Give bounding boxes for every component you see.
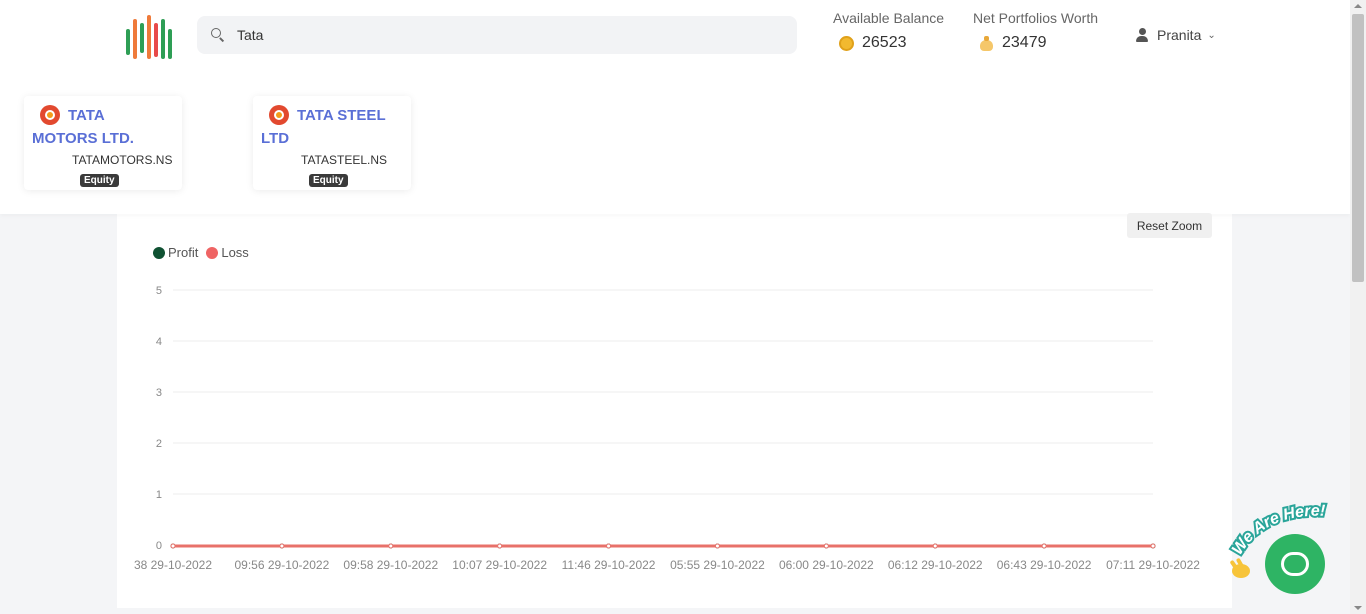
y-tick-label: 4: [156, 336, 162, 348]
result-symbol: TATAMOTORS.NS: [72, 153, 173, 167]
data-point: [279, 543, 285, 549]
coin-icon: [839, 35, 854, 51]
x-tick-label: 11:46 29-10-2022: [562, 558, 656, 572]
result-name[interactable]: TATA MOTORS LTD.: [32, 104, 172, 150]
reset-zoom-button[interactable]: Reset Zoom: [1127, 213, 1212, 238]
search-box[interactable]: [197, 16, 797, 54]
y-tick-label: 5: [156, 285, 162, 297]
search-input[interactable]: [237, 27, 777, 43]
result-name[interactable]: TATA STEEL LTD: [261, 104, 401, 150]
app-logo[interactable]: [126, 13, 174, 59]
y-tick-label: 0: [156, 540, 162, 552]
data-point: [606, 543, 612, 549]
equity-badge: Equity: [309, 174, 348, 187]
scroll-up-arrow-icon[interactable]: [1354, 4, 1362, 8]
legend-label: Loss: [221, 245, 249, 260]
x-tick-label: 09:58 29-10-2022: [343, 558, 438, 572]
legend-dot: [206, 246, 219, 259]
x-tick-label: 06:12 29-10-2022: [888, 558, 983, 572]
result-symbol: TATASTEEL.NS: [301, 153, 388, 167]
x-tick-label: 06:43 29-10-2022: [997, 558, 1092, 572]
x-tick-label: 07:11 29-10-2022: [1106, 558, 1200, 572]
data-point: [170, 543, 176, 549]
user-menu[interactable]: Pranita ⌄: [1136, 27, 1216, 43]
scrollbar-thumb[interactable]: [1352, 14, 1364, 282]
x-tick-label: 06:00 29-10-2022: [779, 558, 874, 572]
y-tick-label: 2: [156, 438, 162, 450]
scrollbar[interactable]: [1350, 0, 1366, 614]
balance-value: 26523: [862, 34, 907, 51]
net-portfolio-worth: Net Portfolios Worth 23479: [973, 10, 1098, 52]
chart-legend: Profit Loss: [153, 245, 257, 260]
search-result-card[interactable]: TATA MOTORS LTD. TATAMOTORS.NS Equity: [24, 96, 182, 190]
y-tick-label: 1: [156, 489, 162, 501]
search-result-card[interactable]: TATA STEEL LTD TATASTEEL.NS Equity: [253, 96, 411, 190]
data-point: [932, 543, 938, 549]
legend-item-loss[interactable]: Loss: [206, 245, 249, 260]
chat-bubble-icon: [1281, 552, 1309, 576]
available-balance: Available Balance 26523: [833, 10, 944, 52]
balance-label: Available Balance: [833, 10, 945, 26]
user-name: Pranita: [1157, 27, 1202, 43]
legend-label: Profit: [168, 245, 199, 260]
legend-item-profit[interactable]: Profit: [153, 245, 198, 260]
waving-hand-icon: [1230, 558, 1250, 578]
legend-dot: [153, 246, 165, 259]
profit-loss-chart: 0 1 2 3 4 5 38 29-10-2022 09:56 29-10-2022 09:58…: [134, 285, 1200, 572]
data-point: [714, 543, 720, 549]
portfolio-label: Net Portfolios Worth: [973, 10, 1099, 26]
data-point: [1150, 543, 1156, 549]
data-point: [1041, 543, 1047, 549]
data-point: [823, 543, 829, 549]
search-icon: [211, 28, 225, 42]
chevron-down-icon: ⌄: [1207, 29, 1216, 41]
x-tick-label: 09:56 29-10-2022: [235, 558, 330, 572]
chat-button[interactable]: [1265, 534, 1325, 594]
money-bag-icon: [979, 35, 994, 51]
top-header: Available Balance 26523 Net Portfolios W…: [0, 0, 1350, 214]
x-tick-label: 05:55 29-10-2022: [670, 558, 765, 572]
user-icon: [1136, 28, 1148, 42]
scroll-down-arrow-icon[interactable]: [1354, 606, 1362, 610]
y-tick-label: 3: [156, 387, 162, 399]
data-point: [388, 543, 394, 549]
equity-badge: Equity: [80, 174, 119, 187]
data-point: [497, 543, 503, 549]
portfolio-value: 23479: [1002, 34, 1047, 51]
x-tick-label: 38 29-10-2022: [134, 558, 212, 572]
x-tick-label: 10:07 29-10-2022: [452, 558, 547, 572]
